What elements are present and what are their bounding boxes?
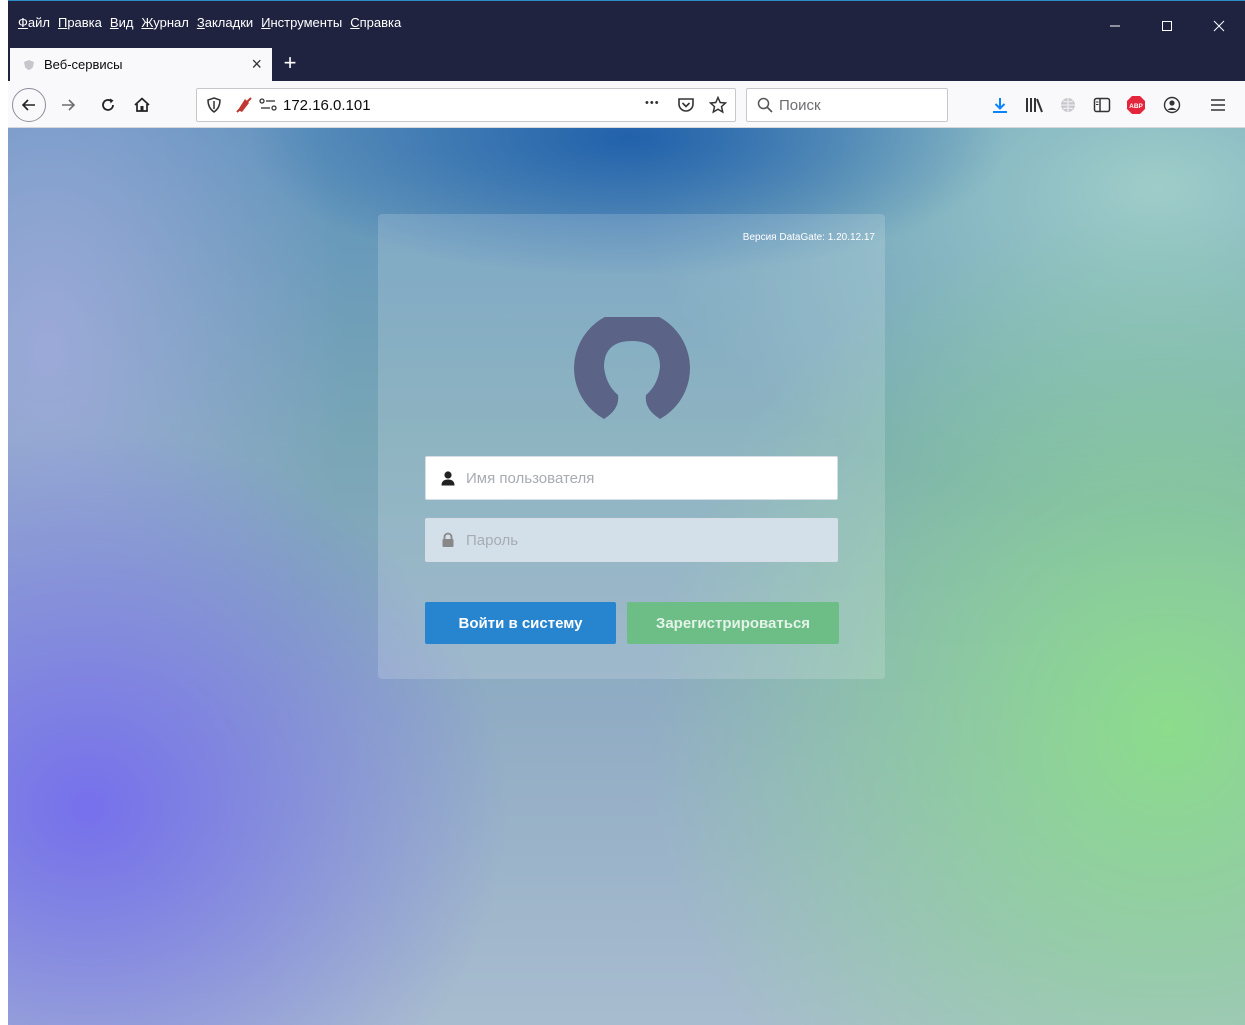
- globe-icon[interactable]: [1056, 93, 1080, 117]
- avatar-icon: [574, 317, 690, 419]
- menu-tools[interactable]: Инструменты: [257, 15, 346, 31]
- shield-favicon-icon: [22, 58, 36, 72]
- arrow-right-icon: [62, 99, 76, 111]
- title-bar: Файл Правка Вид Журнал Закладки Инструме…: [8, 0, 1245, 46]
- tab-close-icon[interactable]: ×: [251, 54, 262, 74]
- menu-bookmarks[interactable]: Закладки: [193, 15, 257, 31]
- sidebar-icon[interactable]: [1090, 93, 1114, 117]
- menu-file[interactable]: Файл: [14, 15, 54, 31]
- arrow-left-icon: [21, 99, 35, 111]
- tab-web-services[interactable]: Веб-сервисы ×: [10, 48, 272, 81]
- navigation-toolbar: 172.16.0.101 ••• ABP: [8, 81, 1245, 128]
- account-icon[interactable]: [1160, 93, 1184, 117]
- username-field[interactable]: [425, 456, 838, 500]
- tab-title: Веб-сервисы: [44, 57, 123, 72]
- page-actions-button[interactable]: •••: [645, 97, 660, 109]
- menu-history[interactable]: Журнал: [137, 15, 192, 31]
- pocket-icon[interactable]: [677, 96, 695, 114]
- close-window-button[interactable]: [1193, 11, 1245, 41]
- home-button[interactable]: [126, 89, 158, 121]
- maximize-button[interactable]: [1141, 11, 1193, 41]
- tracking-shield-icon[interactable]: [207, 97, 221, 113]
- page-content: Версия DataGate: 1.20.12.17 Войти в сист…: [8, 128, 1245, 1025]
- login-card: Версия DataGate: 1.20.12.17 Войти в сист…: [378, 214, 885, 679]
- menu-edit[interactable]: Правка: [54, 15, 106, 31]
- password-field[interactable]: [425, 518, 838, 562]
- user-icon: [441, 471, 455, 486]
- menu-view[interactable]: Вид: [106, 15, 138, 31]
- search-icon: [757, 97, 773, 113]
- new-tab-button[interactable]: +: [276, 50, 304, 76]
- minimize-button[interactable]: [1089, 11, 1141, 41]
- home-icon: [134, 97, 150, 112]
- login-button[interactable]: Войти в систему: [425, 602, 616, 644]
- lock-icon: [442, 532, 454, 547]
- forward-button[interactable]: [52, 89, 84, 121]
- reload-button[interactable]: [92, 89, 124, 121]
- menu-help[interactable]: Справка: [346, 15, 405, 31]
- library-icon[interactable]: [1022, 93, 1046, 117]
- bookmark-star-icon[interactable]: [709, 96, 727, 114]
- hamburger-menu-icon[interactable]: [1206, 93, 1230, 117]
- close-icon: [1213, 20, 1225, 32]
- menu-bar: Файл Правка Вид Журнал Закладки Инструме…: [14, 15, 405, 31]
- tab-strip: Веб-сервисы × +: [8, 46, 1245, 81]
- url-text[interactable]: 172.16.0.101: [283, 97, 371, 114]
- svg-text:ABP: ABP: [1129, 103, 1143, 110]
- back-button[interactable]: [12, 88, 46, 122]
- search-input[interactable]: [779, 96, 939, 114]
- adblock-icon[interactable]: ABP: [1124, 93, 1148, 117]
- mic-off-icon[interactable]: [235, 97, 253, 113]
- password-input[interactable]: [466, 531, 826, 549]
- minimize-icon: [1110, 25, 1120, 27]
- search-bar[interactable]: [746, 88, 948, 122]
- username-input[interactable]: [466, 469, 826, 487]
- maximize-icon: [1162, 21, 1172, 31]
- connection-icon[interactable]: [259, 98, 277, 112]
- reload-icon: [102, 98, 114, 111]
- download-icon[interactable]: [988, 93, 1012, 117]
- register-button[interactable]: Зарегистрироваться: [627, 602, 839, 644]
- version-label: Версия DataGate: 1.20.12.17: [742, 232, 875, 243]
- window-controls: [1089, 11, 1245, 41]
- url-bar[interactable]: 172.16.0.101 •••: [196, 88, 736, 122]
